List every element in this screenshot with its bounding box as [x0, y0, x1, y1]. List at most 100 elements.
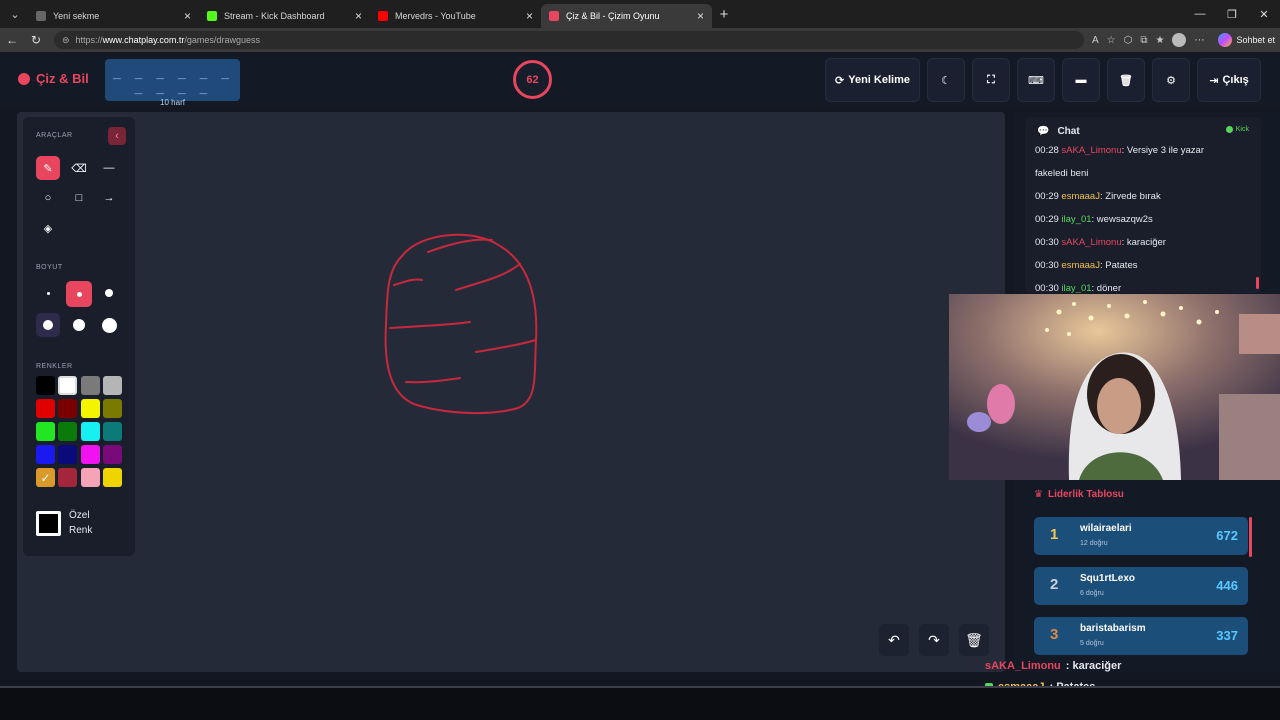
tab-list-icon[interactable]: ⌄ — [2, 3, 28, 25]
browser-tab[interactable]: Çiz & Bil - Çizim Oyunu × — [541, 4, 712, 28]
collections-icon[interactable]: ⧉ — [1140, 35, 1147, 46]
chat-username[interactable]: esmaaaJ — [1061, 191, 1100, 202]
color-swatch[interactable] — [81, 422, 100, 441]
close-tab-icon[interactable]: × — [355, 9, 362, 23]
trash-button[interactable]: 🗑 — [1107, 58, 1145, 102]
chat-username[interactable]: ilay_01 — [1061, 214, 1091, 225]
arrow-tool[interactable]: → — [97, 186, 121, 210]
collapse-panel-button[interactable]: ‹ — [108, 127, 126, 145]
favorite-star-icon[interactable]: ☆ — [1107, 35, 1116, 46]
back-icon[interactable]: ← — [0, 33, 24, 47]
chat-time: 00:30 — [1035, 237, 1059, 248]
color-swatch[interactable] — [58, 445, 77, 464]
close-window-icon[interactable]: ✕ — [1248, 0, 1280, 28]
chat-username[interactable]: sAKA_Limonu — [1061, 145, 1121, 156]
eraser-clear-button[interactable]: ▬ — [1062, 58, 1100, 102]
leaderboard-scrollbar[interactable] — [1249, 517, 1252, 557]
moon-icon: ☾ — [941, 74, 951, 87]
app-logo[interactable]: Çiz & Bil — [18, 71, 89, 86]
color-swatch[interactable] — [36, 445, 55, 464]
dark-mode-button[interactable]: ☾ — [927, 58, 965, 102]
color-swatch[interactable] — [81, 468, 100, 487]
color-swatch[interactable]: ✓ — [36, 468, 55, 487]
color-swatch[interactable] — [36, 376, 55, 395]
keyboard-button[interactable]: ⌨ — [1017, 58, 1055, 102]
profile-avatar[interactable] — [1172, 33, 1187, 47]
window-controls: — ❐ ✕ — [1184, 0, 1280, 28]
size-4-button[interactable] — [36, 313, 60, 337]
extensions-icon[interactable]: ⬡ — [1124, 35, 1133, 46]
color-swatch[interactable] — [81, 445, 100, 464]
settings-button[interactable]: ⚙ — [1152, 58, 1190, 102]
clear-canvas-button[interactable]: 🗑 — [959, 624, 989, 656]
undo-button[interactable]: ↶ — [879, 624, 909, 656]
tab-favicon-icon — [207, 11, 217, 21]
rectangle-tool[interactable]: □ — [67, 186, 91, 210]
color-swatch[interactable] — [81, 399, 100, 418]
color-swatch[interactable] — [103, 376, 122, 395]
chat-scrollbar[interactable] — [1256, 277, 1259, 289]
chat-text: : wewsazqw2s — [1091, 214, 1153, 225]
chat-username[interactable]: sAKA_Limonu — [1061, 237, 1121, 248]
copilot-icon — [1218, 33, 1233, 47]
new-word-button[interactable]: ⟳ Yeni Kelime — [825, 58, 920, 102]
color-swatch[interactable] — [58, 468, 77, 487]
sign-out-icon: ⇥ — [1209, 74, 1219, 87]
more-menu-icon[interactable]: ⋯ — [1194, 35, 1204, 46]
eraser-tool[interactable]: ⌫ — [67, 156, 91, 180]
color-swatch[interactable] — [81, 376, 100, 395]
chat-text: : Zirvede bırak — [1099, 191, 1161, 202]
url-field[interactable]: ⊜ https://www.chatplay.com.tr/games/draw… — [54, 31, 1084, 49]
redo-button[interactable]: ↷ — [919, 624, 949, 656]
chat-message: 00:30 ilay_01: döner — [1035, 277, 1257, 293]
close-tab-icon[interactable]: × — [184, 9, 191, 23]
fill-tool[interactable]: ◈ — [36, 216, 60, 240]
minimize-icon[interactable]: — — [1184, 0, 1216, 28]
size-5-button[interactable] — [67, 313, 91, 337]
site-info-icon[interactable]: ⊜ — [62, 35, 70, 46]
leaderboard-row[interactable]: 2 Squ1rtLexo 6 doğru 446 — [1034, 567, 1248, 605]
chat-bubbles-icon: 💬 — [1037, 125, 1050, 137]
color-swatch[interactable] — [58, 399, 77, 418]
new-tab-button[interactable]: + — [712, 6, 736, 23]
size-2-button[interactable] — [66, 281, 92, 307]
size-1-button[interactable] — [36, 281, 60, 305]
close-tab-icon[interactable]: × — [526, 9, 533, 23]
line-tool[interactable]: — — [97, 156, 121, 180]
color-swatch[interactable] — [103, 468, 122, 487]
exit-button[interactable]: ⇥ Çıkış — [1197, 58, 1261, 102]
size-3-button[interactable] — [97, 281, 121, 305]
favorites-icon[interactable]: ★ — [1156, 35, 1165, 46]
size-dot — [43, 320, 53, 330]
color-swatch[interactable] — [103, 445, 122, 464]
color-swatch[interactable] — [103, 422, 122, 441]
browser-tab[interactable]: Mervedrs - YouTube × — [370, 4, 541, 28]
color-swatch[interactable] — [36, 422, 55, 441]
browser-tab[interactable]: Yeni sekme × — [28, 4, 199, 28]
pencil-tool[interactable]: ✎ — [36, 156, 60, 180]
chat-message: 00:30 sAKA_Limonu: karaciğer — [1035, 231, 1257, 254]
chat-username[interactable]: ilay_01 — [1061, 283, 1091, 293]
color-swatch[interactable] — [58, 422, 77, 441]
keyboard-icon: ⌨ — [1028, 74, 1044, 87]
chat-username[interactable]: esmaaaJ — [1061, 260, 1100, 271]
close-tab-icon[interactable]: × — [697, 9, 704, 23]
color-swatch[interactable] — [36, 399, 55, 418]
reload-icon[interactable]: ↻ — [24, 33, 48, 47]
size-6-button[interactable] — [97, 313, 121, 337]
read-aloud-icon[interactable]: A — [1092, 35, 1099, 46]
size-dot — [101, 317, 117, 333]
leaderboard-row[interactable]: 1 wilairaelari 12 doğru 672 — [1034, 517, 1248, 555]
custom-color-button[interactable]: Özel Renk — [36, 502, 121, 544]
leaderboard-row[interactable]: 3 baristabarism 5 doğru 337 — [1034, 617, 1248, 655]
fullscreen-button[interactable]: ⛶ — [972, 58, 1010, 102]
maximize-icon[interactable]: ❐ — [1216, 0, 1248, 28]
color-swatch[interactable] — [103, 399, 122, 418]
circle-tool[interactable]: ○ — [36, 186, 60, 210]
canvas-drawing — [384, 233, 538, 415]
redo-icon: ↷ — [928, 631, 940, 648]
sohbet-button[interactable]: Sohbet et — [1218, 33, 1275, 47]
color-swatch[interactable] — [58, 376, 77, 395]
browser-tab[interactable]: Stream - Kick Dashboard × — [199, 4, 370, 28]
chat-title: Chat — [1057, 125, 1080, 137]
